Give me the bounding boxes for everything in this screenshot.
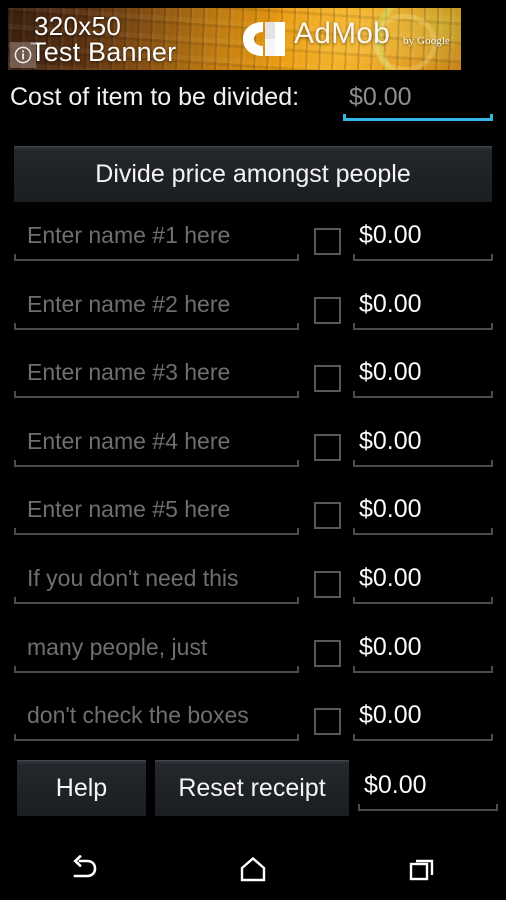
cost-input[interactable]: $0.00 [343,80,493,121]
cost-input-value: $0.00 [349,83,412,111]
person-checkbox[interactable] [314,570,341,598]
person-checkbox[interactable] [314,365,341,393]
people-list: Enter name #1 here $0.00 Enter name #2 her… [0,210,506,759]
android-navigation-bar [0,838,506,900]
amount-underline [353,734,493,742]
amount-value: $0.00 [359,701,422,730]
name-input[interactable]: If you don't need this [14,559,299,604]
person-checkbox[interactable] [314,228,341,255]
amount-field[interactable]: $0.00 [353,285,493,330]
person-checkbox[interactable] [314,433,341,461]
name-input-placeholder: Enter name #4 here [27,427,231,454]
person-row: Enter name #1 here $0.00 [0,210,506,279]
admob-byline: by Google [403,35,451,47]
amount-field[interactable]: $0.00 [353,696,493,742]
name-input[interactable]: don't check the boxes [14,696,299,742]
divide-price-button-label: Divide price amongst people [95,160,411,188]
footer-bar: Help Reset receipt $0.00 [0,760,506,818]
name-input-placeholder: don't check the boxes [27,702,249,729]
home-icon[interactable] [208,838,298,900]
admob-logo-icon [243,22,285,56]
person-row: Enter name #3 here $0.00 [0,347,506,416]
name-input-underline [14,734,299,742]
name-input-underline [14,596,299,604]
admob-test-banner[interactable]: 320x50 Test Banner AdMob by Google [8,8,461,70]
info-icon[interactable] [10,42,36,68]
recents-icon[interactable] [377,838,467,900]
amount-field[interactable]: $0.00 [353,490,493,536]
amount-underline [353,528,493,536]
person-row: Enter name #4 here $0.00 [0,416,506,485]
name-input[interactable]: Enter name #4 here [14,422,299,467]
name-input-underline [14,665,299,673]
person-row: Enter name #2 here $0.00 [0,279,506,348]
amount-field[interactable]: $0.00 [353,628,493,673]
cost-input-underline [343,114,493,121]
amount-underline [353,322,493,330]
person-row: many people, just $0.00 [0,622,506,691]
person-checkbox[interactable] [314,296,341,324]
app-screen: 320x50 Test Banner AdMob by Google Cost … [0,0,506,900]
admob-brand-text: AdMob [294,17,391,50]
amount-value: $0.00 [359,426,422,455]
amount-underline [353,596,493,604]
reset-receipt-button-label: Reset receipt [178,774,326,802]
name-input-placeholder: Enter name #2 here [27,290,231,317]
person-checkbox[interactable] [314,708,341,736]
name-input-underline [14,528,299,536]
person-row: don't check the boxes $0.00 [0,690,506,759]
help-button[interactable]: Help [17,760,146,816]
reset-receipt-button[interactable]: Reset receipt [155,760,349,816]
name-input-placeholder: many people, just [27,633,208,660]
amount-underline [353,391,493,399]
total-amount-value: $0.00 [364,771,427,799]
amount-underline [353,459,493,467]
cost-label: Cost of item to be divided: [10,83,300,111]
back-icon[interactable] [39,838,129,900]
total-amount-underline [358,804,498,811]
amount-value: $0.00 [359,221,422,249]
amount-value: $0.00 [359,632,422,661]
amount-field[interactable]: $0.00 [353,353,493,399]
amount-field[interactable]: $0.00 [353,216,493,261]
person-checkbox[interactable] [314,502,341,530]
amount-value: $0.00 [359,289,422,318]
amount-underline [353,665,493,673]
name-input[interactable]: Enter name #1 here [14,216,299,261]
name-input-placeholder: If you don't need this [27,564,239,591]
amount-value: $0.00 [359,563,422,592]
name-input-placeholder: Enter name #3 here [27,359,231,386]
help-button-label: Help [55,774,108,802]
banner-subtitle: Test Banner [30,37,177,67]
name-input-placeholder: Enter name #1 here [27,222,231,248]
amount-value: $0.00 [359,495,422,524]
name-input[interactable]: Enter name #2 here [14,285,299,330]
divide-price-button[interactable]: Divide price amongst people [14,146,492,202]
cost-row: Cost of item to be divided: $0.00 [0,80,506,122]
amount-value: $0.00 [359,358,422,387]
name-input[interactable]: many people, just [14,628,299,673]
name-input-underline [14,459,299,467]
name-input-underline [14,322,299,330]
amount-field[interactable]: $0.00 [353,422,493,467]
total-amount-field[interactable]: $0.00 [358,766,498,811]
person-row: If you don't need this $0.00 [0,553,506,622]
name-input-underline [14,254,299,261]
person-checkbox[interactable] [314,639,341,667]
name-input[interactable]: Enter name #5 here [14,490,299,536]
amount-field[interactable]: $0.00 [353,559,493,604]
name-input-placeholder: Enter name #5 here [27,496,231,523]
name-input[interactable]: Enter name #3 here [14,353,299,399]
amount-underline [353,254,493,261]
person-row: Enter name #5 here $0.00 [0,484,506,553]
name-input-underline [14,391,299,399]
